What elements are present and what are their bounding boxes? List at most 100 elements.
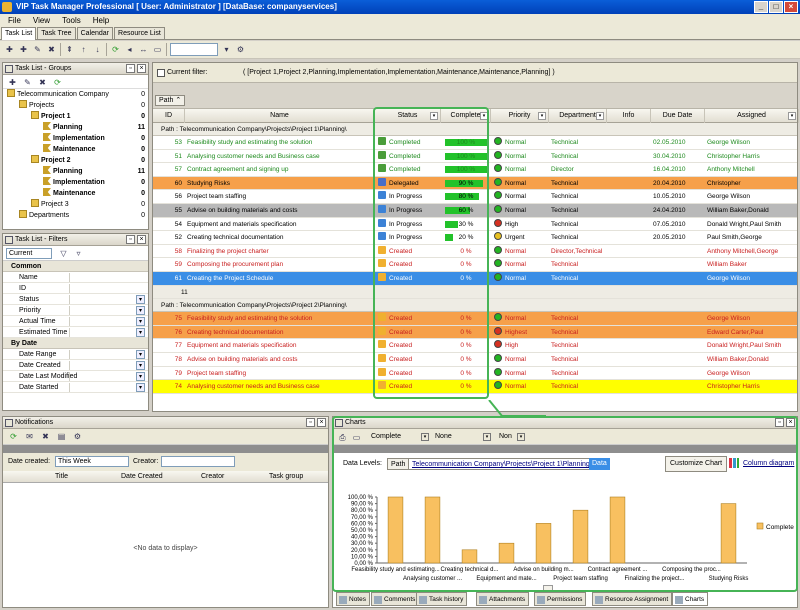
panel-close-button[interactable]: × — [137, 235, 146, 244]
group-by-path-chip[interactable]: Path ⌃ — [155, 95, 186, 106]
chart-sub-dropdown[interactable]: ▾ — [517, 433, 525, 441]
task-row[interactable]: 52 Creating technical documentation In Pro… — [153, 231, 797, 245]
col-date-created[interactable]: Date Created — [121, 471, 163, 483]
delete-task-icon[interactable]: ✖ — [46, 44, 57, 55]
data-level-data-chip[interactable]: Data — [589, 458, 610, 470]
close-button[interactable]: × — [784, 1, 798, 13]
task-row[interactable]: 75 Feasibility study and estimating the s… — [153, 312, 797, 326]
panel-float-button[interactable]: ▫ — [126, 64, 135, 73]
creator-combo[interactable] — [161, 456, 235, 467]
filter-value[interactable] — [69, 361, 144, 370]
group-tree-item[interactable]: Project 1 0 — [3, 111, 148, 122]
filter-row[interactable]: Status ▾ — [3, 294, 148, 305]
column-diagram-icon[interactable] — [729, 458, 739, 468]
filter-value[interactable] — [69, 306, 144, 315]
group-tree-item[interactable]: Project 3 0 — [3, 199, 148, 210]
filter-checkbox[interactable] — [157, 69, 165, 77]
filter-category-common[interactable]: Common — [3, 261, 148, 272]
refresh-groups-icon[interactable]: ⟳ — [52, 77, 63, 88]
filter-dropdown-icon[interactable]: ▾ — [136, 372, 145, 381]
tab-task-history[interactable]: Task history — [416, 592, 468, 606]
filter-dropdown-icon[interactable]: ▾ — [136, 306, 145, 315]
task-row[interactable]: 78 Advise on building materials and costs… — [153, 353, 797, 367]
tab-attachments[interactable]: Attachments — [476, 592, 530, 606]
panel-close-button[interactable]: × — [786, 418, 795, 427]
filter-value[interactable] — [69, 383, 144, 392]
collapse-icon[interactable]: ▭ — [152, 44, 163, 55]
chart-group-combo[interactable]: None — [435, 429, 452, 445]
move-top-icon[interactable]: ⇞ — [64, 44, 75, 55]
group-tree-item[interactable]: Projects 0 — [3, 100, 148, 111]
task-row[interactable]: 61 Creating the Project Schedule Created 0 … — [153, 272, 797, 286]
maximize-button[interactable]: □ — [769, 1, 783, 13]
task-row[interactable]: 60 Studying Risks Delegated 90 % Normal Techn… — [153, 176, 797, 191]
task-row[interactable]: 55 Advise on building materials and costs… — [153, 204, 797, 218]
filter-combo[interactable]: Current — [6, 248, 52, 259]
col-info-header[interactable]: Info — [607, 109, 651, 123]
new-subtask-icon[interactable]: ✚ — [18, 44, 29, 55]
filter-row[interactable]: Date Last Modified ▾ — [3, 371, 148, 382]
task-row[interactable]: 77 Equipment and materials specification C… — [153, 339, 797, 353]
filter-row[interactable]: Date Started ▾ — [3, 382, 148, 393]
move-up-icon[interactable]: ↑ — [78, 44, 89, 55]
menu-help[interactable]: Help — [91, 14, 111, 27]
filter-row[interactable]: Date Range ▾ — [3, 349, 148, 360]
col-assigned-header[interactable]: Assigned ▾ — [705, 109, 799, 123]
filter-category-by-date[interactable]: By Date — [3, 338, 148, 349]
minimize-button[interactable]: _ — [754, 1, 768, 13]
column-diagram-link[interactable]: Column diagram — [743, 453, 794, 475]
filter-row[interactable]: ID — [3, 283, 148, 294]
filter-dropdown-icon[interactable]: ▾ — [136, 361, 145, 370]
move-down-icon[interactable]: ↓ — [92, 44, 103, 55]
mark-read-icon[interactable]: ✉ — [24, 431, 35, 442]
filter-apply-icon[interactable]: ▽ — [58, 248, 69, 259]
group-tree-item[interactable]: Implementation 0 — [3, 133, 148, 144]
new-task-icon[interactable]: ✚ — [4, 44, 15, 55]
edit-task-icon[interactable]: ✎ — [32, 44, 43, 55]
view-combo[interactable] — [170, 43, 218, 56]
view-icon[interactable]: ▤ — [56, 431, 67, 442]
col-name-header[interactable]: Name — [185, 109, 375, 123]
column-filter-icon[interactable]: ▾ — [596, 112, 604, 120]
filter-dropdown-icon[interactable]: ▾ — [136, 295, 145, 304]
col-title[interactable]: Title — [55, 471, 68, 483]
tab-notes[interactable]: Notes — [336, 592, 370, 606]
col-department-header[interactable]: Department ▾ — [549, 109, 607, 123]
data-level-path-chip[interactable]: Path — [387, 458, 410, 470]
column-filter-icon[interactable]: ▾ — [430, 112, 438, 120]
settings-icon[interactable]: ⚙ — [72, 431, 83, 442]
column-filter-icon[interactable]: ▾ — [480, 112, 488, 120]
data-level-path-value[interactable]: Telecommunication Company\Projects\Proje… — [408, 458, 596, 470]
task-row[interactable]: 59 Composing the procurement plan Created 0… — [153, 258, 797, 272]
group-tree-item[interactable]: Maintenance 0 — [3, 188, 148, 199]
customize-chart-button[interactable]: Customize Chart — [665, 456, 728, 472]
col-id-header[interactable]: ID — [153, 109, 185, 123]
panel-close-button[interactable]: × — [317, 418, 326, 427]
refresh-icon[interactable]: ⟳ — [110, 44, 121, 55]
filter-icon[interactable]: ▾ — [221, 44, 232, 55]
filter-value[interactable] — [69, 295, 144, 304]
chart-sub-combo[interactable]: Non — [499, 429, 512, 445]
column-filter-icon[interactable]: ▾ — [538, 112, 546, 120]
filter-dropdown-icon[interactable]: ▾ — [136, 317, 145, 326]
delete-icon[interactable]: ✖ — [40, 431, 51, 442]
group-tree-item[interactable]: Planning 11 — [3, 166, 148, 177]
column-filter-icon[interactable]: ▾ — [788, 112, 796, 120]
group-caption-row[interactable]: Path : Telecommunication Company\Project… — [153, 299, 797, 313]
filter-value[interactable] — [69, 284, 144, 293]
add-group-icon[interactable]: ✚ — [7, 77, 18, 88]
task-row[interactable]: 76 Creating technical documentation Create… — [153, 325, 797, 340]
filter-row[interactable]: Priority ▾ — [3, 305, 148, 316]
tab-task-list[interactable]: Task List — [1, 27, 37, 40]
group-tree-item[interactable]: Maintenance 0 — [3, 144, 148, 155]
expand-icon[interactable]: ↔ — [138, 44, 149, 55]
panel-close-button[interactable]: × — [137, 64, 146, 73]
filter-value[interactable] — [69, 372, 144, 381]
task-row[interactable]: 79 Project team staffing Created 0 % Normal T… — [153, 366, 797, 381]
export-chart-icon[interactable]: ▭ — [351, 432, 362, 443]
date-created-combo[interactable]: This Week — [55, 456, 129, 467]
group-tree-item[interactable]: Implementation 0 — [3, 177, 148, 188]
filter-value[interactable] — [69, 328, 144, 337]
task-row[interactable]: 51 Analysing customer needs and Business … — [153, 149, 797, 164]
chart-series-dropdown[interactable]: ▾ — [421, 433, 429, 441]
